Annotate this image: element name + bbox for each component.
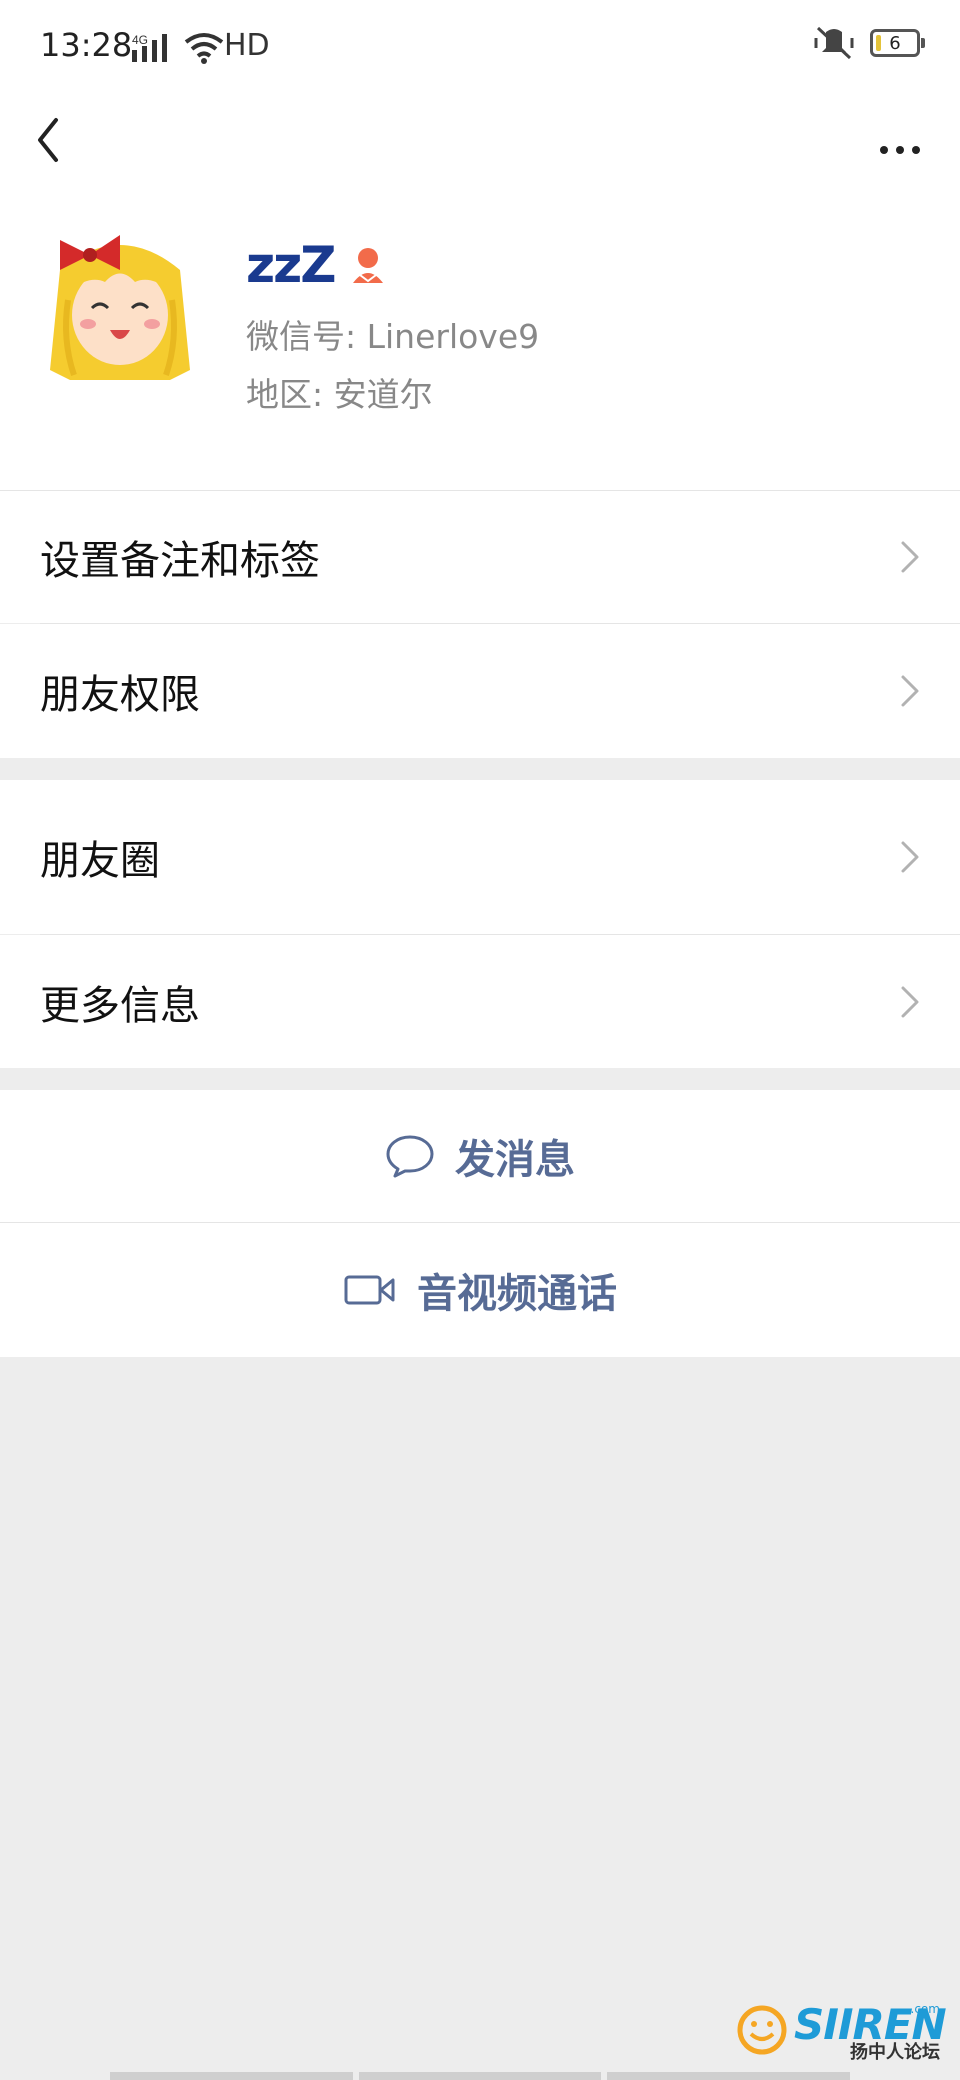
moments-item[interactable]: 朋友圈 bbox=[0, 780, 960, 934]
avatar-image bbox=[40, 220, 200, 380]
back-button[interactable] bbox=[30, 110, 90, 170]
more-options-button[interactable] bbox=[870, 110, 930, 170]
video-call-button[interactable]: 音视频通话 bbox=[0, 1223, 960, 1357]
chevron-right-icon bbox=[901, 986, 919, 1017]
watermark-chinese: 扬中人论坛 bbox=[850, 2042, 940, 2063]
friend-permissions-label: 朋友权限 bbox=[40, 672, 200, 718]
avatar[interactable] bbox=[40, 220, 200, 380]
chevron-right-icon bbox=[901, 541, 919, 573]
more-info-label: 更多信息 bbox=[40, 982, 200, 1029]
mute-vibrate-icon bbox=[814, 26, 854, 60]
signal-icons: 4G bbox=[132, 30, 224, 64]
name-row: zzZ bbox=[246, 236, 386, 294]
region: 地区: 安道尔 bbox=[246, 375, 433, 414]
battery-icon: 6 bbox=[870, 29, 925, 57]
wechat-id: 微信号: Linerlove9 bbox=[246, 317, 540, 356]
set-remark-tags-label: 设置备注和标签 bbox=[40, 538, 320, 584]
chevron-right-icon bbox=[901, 841, 919, 873]
set-remark-tags-item[interactable]: 设置备注和标签 bbox=[0, 491, 960, 623]
signal-icon: 4G bbox=[132, 33, 167, 62]
profile-header: zzZ 微信号: Linerlove9 地区: 安道尔 bbox=[0, 200, 960, 490]
nickname: zzZ bbox=[246, 236, 336, 294]
friend-permissions-item[interactable]: 朋友权限 bbox=[0, 624, 960, 758]
send-message-button[interactable]: 发消息 bbox=[0, 1090, 960, 1222]
moments-label: 朋友圈 bbox=[40, 838, 160, 884]
more-info-item[interactable]: 更多信息 bbox=[0, 935, 960, 1068]
nav-bar bbox=[0, 90, 960, 200]
smiley-logo-icon bbox=[737, 2005, 787, 2055]
more-dots-icon bbox=[880, 146, 920, 154]
back-arrow-icon bbox=[38, 118, 58, 162]
status-right: 6 bbox=[814, 26, 925, 60]
battery-level: 6 bbox=[889, 32, 901, 54]
bottom-bars bbox=[110, 2072, 851, 2080]
chevron-right-icon bbox=[901, 675, 919, 707]
svg-text:4G: 4G bbox=[132, 33, 148, 47]
watermark-domain: .com bbox=[910, 2002, 940, 2016]
hd-indicator: HD bbox=[224, 28, 270, 63]
video-camera-icon bbox=[344, 1275, 395, 1305]
status-bar: 13:28 4G HD 6 bbox=[0, 0, 960, 90]
send-message-label: 发消息 bbox=[455, 1137, 575, 1183]
wifi-icon bbox=[184, 33, 224, 64]
video-call-label: 音视频通话 bbox=[417, 1271, 617, 1317]
status-time: 13:28 bbox=[40, 26, 133, 64]
female-gender-icon bbox=[353, 248, 384, 283]
forum-watermark: SIIREN .com 扬中人论坛 bbox=[730, 1998, 950, 2063]
chat-bubble-icon bbox=[386, 1135, 434, 1178]
